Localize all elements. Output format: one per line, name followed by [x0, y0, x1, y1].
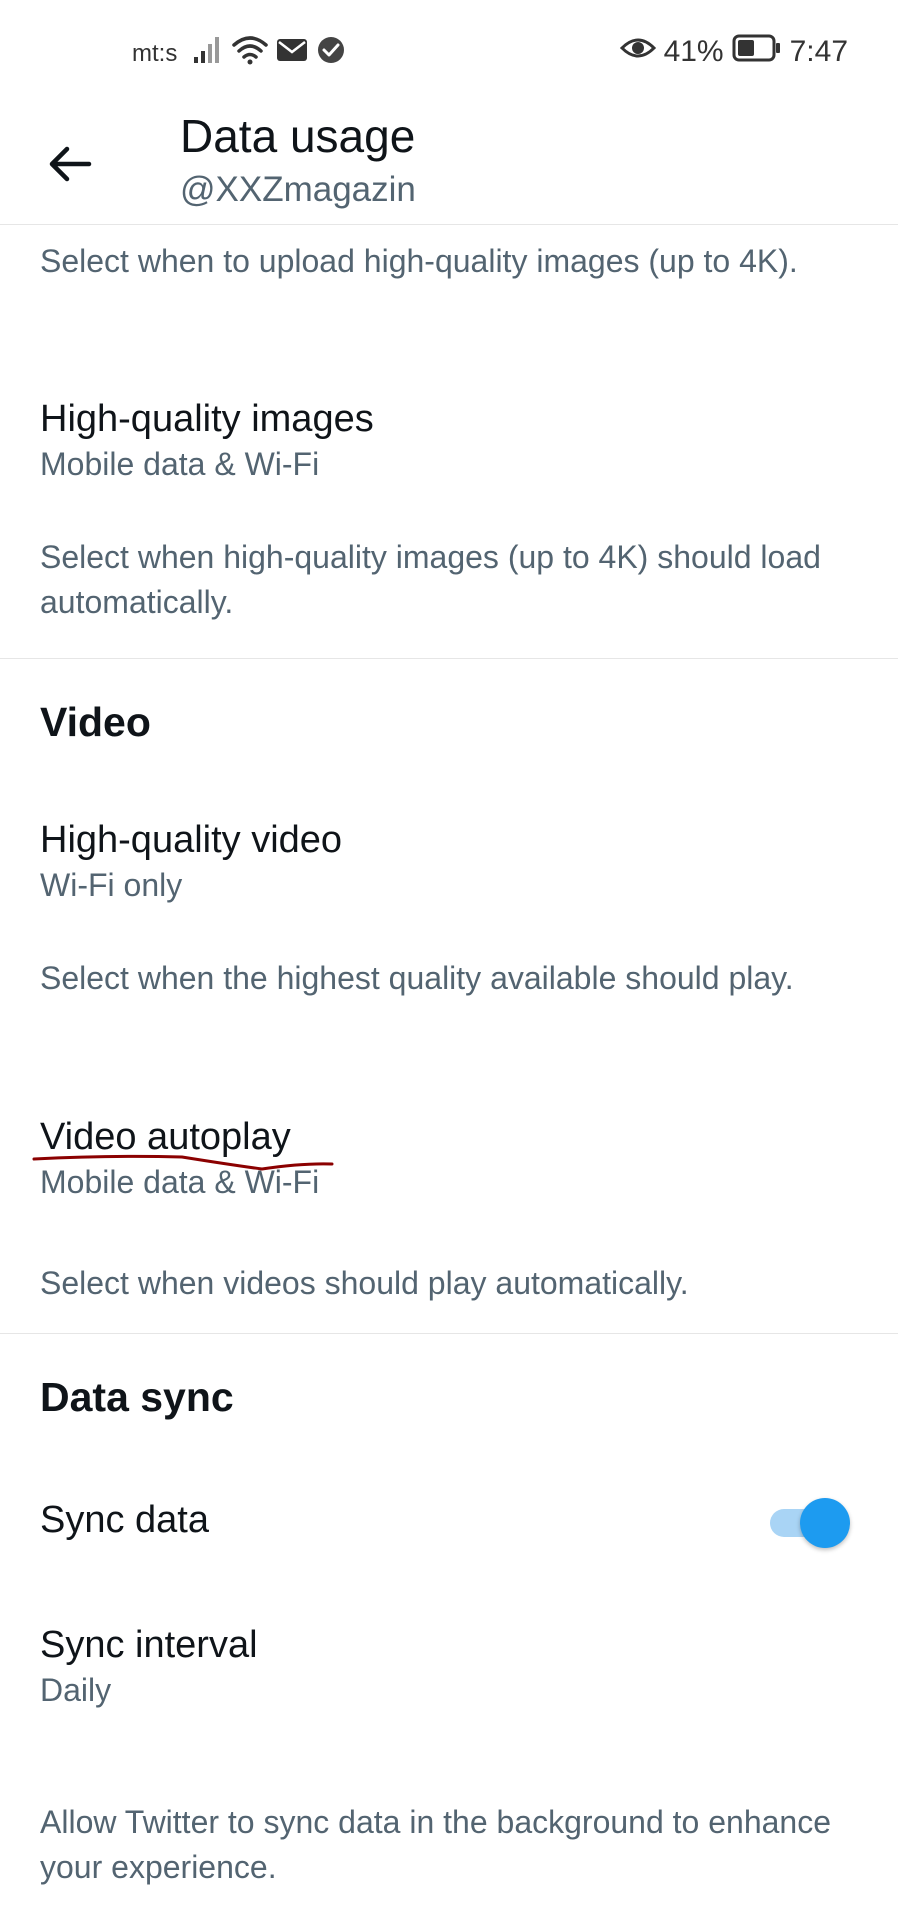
eye-icon — [619, 34, 656, 70]
status-icons-right: 41% 7:47 — [619, 33, 848, 71]
sync-interval-setting[interactable]: Sync interval Daily — [40, 1621, 858, 1711]
mail-icon — [276, 37, 308, 68]
section-divider — [0, 1333, 898, 1334]
setting-description: Select when videos should play automatic… — [40, 1265, 689, 1301]
wifi-icon — [232, 35, 268, 70]
setting-title: High-quality video — [40, 819, 343, 861]
setting-description: Select when the highest quality availabl… — [40, 960, 794, 996]
app-header: Data usage @XXZmagazin — [0, 104, 898, 225]
carrier-label: mt:s — [132, 40, 178, 67]
annotation-underline — [32, 1154, 334, 1171]
high-quality-video-setting[interactable]: High-quality video Wi-Fi only — [40, 816, 858, 906]
status-bar: mt:s 41% 7:47 — [0, 0, 898, 104]
signal-icon — [192, 35, 224, 70]
section-heading-video: Video — [40, 699, 151, 745]
setting-description: Select when high-quality images (up to 4… — [40, 539, 821, 620]
upload-images-description: Select when to upload high-quality image… — [40, 243, 798, 279]
battery-icon — [732, 33, 782, 71]
setting-description: Allow Twitter to sync data in the backgr… — [40, 1804, 831, 1885]
account-handle: @XXZmagazin — [180, 170, 416, 209]
setting-title: High-quality images — [40, 398, 374, 440]
setting-value: Mobile data & Wi-Fi — [40, 446, 320, 482]
clock: 7:47 — [789, 35, 848, 68]
toggle-thumb — [800, 1498, 850, 1548]
setting-value: Wi-Fi only — [40, 867, 183, 903]
sync-data-setting[interactable]: Sync data — [40, 1496, 858, 1596]
section-divider — [0, 658, 898, 659]
check-circle-icon — [316, 35, 346, 70]
battery-percent: 41% — [663, 35, 724, 68]
sync-data-toggle[interactable] — [768, 1498, 852, 1548]
status-icons-left — [192, 34, 346, 70]
setting-value: Daily — [40, 1672, 112, 1708]
arrow-left-icon — [49, 146, 92, 182]
page-title: Data usage — [180, 110, 416, 162]
setting-title: Sync data — [40, 1499, 209, 1541]
back-button[interactable] — [40, 134, 100, 194]
section-heading-data-sync: Data sync — [40, 1374, 234, 1420]
setting-title: Sync interval — [40, 1624, 258, 1666]
